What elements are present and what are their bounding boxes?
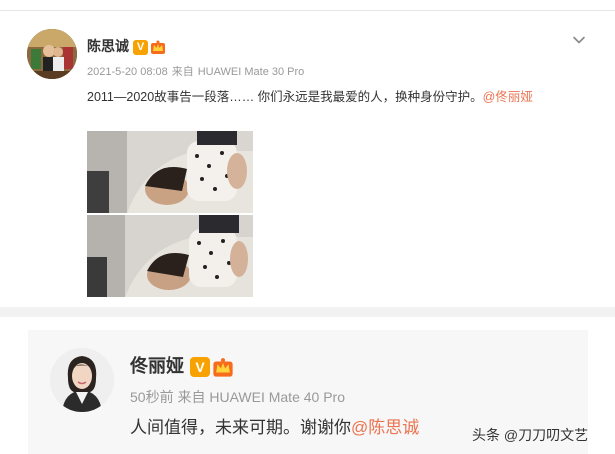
mention-link-2[interactable]: @陈思诚	[351, 418, 419, 437]
source-prefix: 来自	[171, 66, 194, 78]
device-source-2[interactable]: HUAWEI Mate 40 Pro	[209, 389, 345, 405]
verified-v-badge-icon: V	[133, 39, 148, 55]
device-source[interactable]: HUAWEI Mate 30 Pro	[198, 66, 305, 78]
vip-crown-icon	[151, 40, 165, 55]
post-meta: 2021-5-20 08:08 来自 HUAWEI Mate 30 Pro	[87, 63, 308, 79]
post-timestamp[interactable]: 2021-5-20 08:08	[87, 66, 168, 78]
mention-link[interactable]: @佟丽娅	[483, 90, 533, 104]
post-photo-2[interactable]	[87, 215, 253, 297]
post-photos	[87, 131, 253, 297]
post-text: 2011—2020故事告一段落…… 你们永远是我最爱的人，换种身份守护。@佟丽娅	[87, 86, 533, 105]
author-name-2[interactable]: 佟丽娅 V	[130, 352, 234, 378]
post-body-2: 人间值得，未来可期。谢谢你	[130, 418, 351, 437]
post-photo-1[interactable]	[87, 131, 253, 213]
verified-v-badge-icon: V	[190, 357, 210, 378]
post-text-2: 人间值得，未来可期。谢谢你@陈思诚	[130, 413, 419, 438]
post-meta-2: 50秒前 来自 HUAWEI Mate 40 Pro	[130, 387, 345, 407]
post-time-ago[interactable]: 50秒前	[130, 389, 174, 405]
vip-crown-icon	[213, 358, 233, 377]
chevron-down-icon[interactable]	[572, 33, 586, 47]
avatar-tong-liya[interactable]	[50, 348, 114, 412]
author-name[interactable]: 陈思诚 V	[87, 36, 166, 56]
section-divider	[0, 307, 615, 317]
weibo-post-1: 陈思诚 V 2021-5-20 08:08 来自 HUAWEI Mate 30 Pro…	[0, 11, 615, 307]
source-prefix-2: 来自	[177, 389, 206, 405]
toutiao-watermark: 头条 @刀刀叨文艺	[472, 427, 589, 443]
post-body: 2011—2020故事告一段落…… 你们永远是我最爱的人，换种身份守护。	[87, 90, 483, 104]
avatar-chen-sicheng[interactable]	[27, 29, 77, 79]
